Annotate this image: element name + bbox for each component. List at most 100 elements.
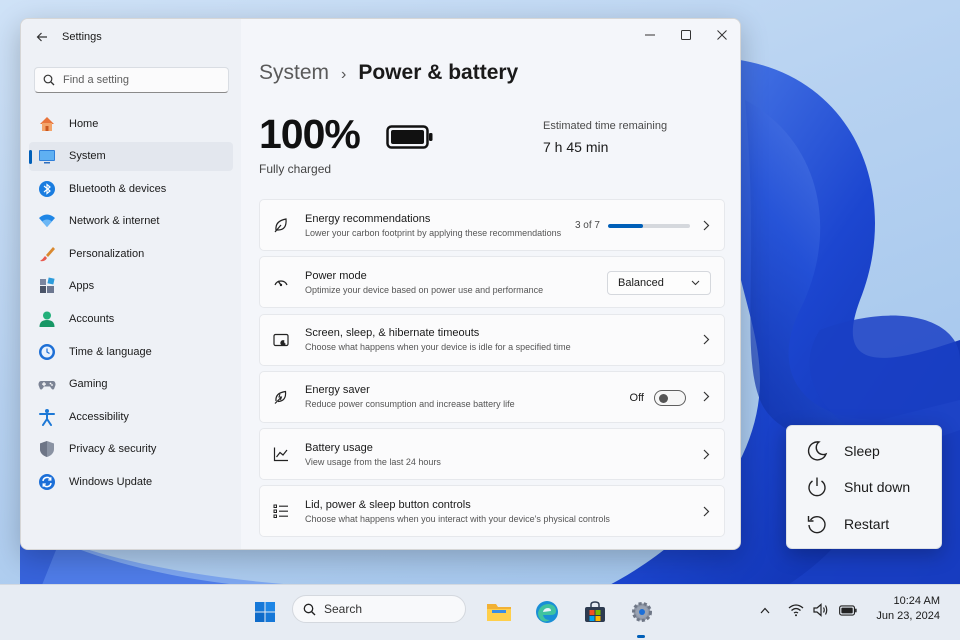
power-mode-selected: Balanced — [618, 277, 664, 290]
person-icon — [38, 310, 56, 328]
chevron-up-icon — [760, 607, 770, 613]
sidebar-item-system[interactable]: System — [29, 141, 233, 171]
wifi-icon — [38, 212, 56, 230]
card-title: Lid, power & sleep button controls — [305, 498, 471, 511]
start-button[interactable] — [250, 597, 280, 627]
taskbar: Search 10:24 AM Jun 23, 2024 — [0, 584, 960, 640]
restart-icon — [805, 512, 829, 536]
card-title: Screen, sleep, & hibernate timeouts — [305, 327, 480, 340]
battery-usage-card[interactable]: Battery usage View usage from the last 2… — [259, 428, 725, 481]
gear-icon — [632, 602, 652, 622]
power-menu-restart[interactable]: Restart — [787, 507, 941, 541]
sidebar-item-bluetooth[interactable]: Bluetooth & devices — [29, 174, 233, 203]
shield-icon — [38, 440, 56, 458]
settings-cards: Energy recommendations Lower your carbon… — [259, 199, 725, 543]
lid-power-sleep-card[interactable]: Lid, power & sleep button controls Choos… — [259, 485, 725, 538]
tray-overflow-button[interactable] — [756, 601, 774, 619]
energy-saver-card[interactable]: Energy saver Reduce power consumption an… — [259, 370, 725, 423]
gamepad-icon — [38, 375, 56, 393]
breadcrumb: System › Power & battery — [259, 61, 518, 85]
file-explorer-button[interactable] — [484, 597, 514, 627]
speedometer-icon — [271, 272, 291, 292]
card-title: Battery usage — [305, 441, 373, 454]
progress-bar — [608, 223, 690, 228]
recommendations-progress: 3 of 7 — [575, 220, 690, 231]
toggle-knob — [659, 393, 668, 403]
battery-status: Fully charged — [259, 162, 332, 176]
edge-icon — [536, 601, 558, 623]
windows-logo-icon — [255, 602, 275, 622]
sidebar-nav: Home System Bluetooth & devices Network … — [29, 109, 233, 500]
sidebar-item-privacy-security[interactable]: Privacy & security — [29, 435, 233, 464]
brush-icon — [38, 245, 56, 263]
speaker-icon — [813, 603, 828, 617]
close-button[interactable] — [704, 19, 740, 51]
sidebar: Settings Home System Bluetooth & devices… — [21, 19, 241, 549]
progress-text: 3 of 7 — [574, 220, 600, 231]
chevron-right-icon — [700, 391, 712, 403]
taskbar-search-label: Search — [324, 602, 363, 616]
title-bar: Settings — [21, 19, 241, 55]
energy-saver-leaf-icon — [271, 387, 291, 407]
minimize-button[interactable] — [632, 19, 668, 51]
card-subtitle: Reduce power consumption and increase ba… — [305, 399, 515, 410]
clock[interactable]: 10:24 AM Jun 23, 2024 — [868, 594, 940, 624]
breadcrumb-parent[interactable]: System — [259, 61, 329, 85]
edge-browser-button[interactable] — [532, 597, 562, 627]
card-subtitle: Optimize your device based on power use … — [305, 284, 544, 295]
app-title: Settings — [62, 31, 102, 43]
back-button[interactable] — [32, 27, 52, 47]
sidebar-item-windows-update[interactable]: Windows Update — [29, 468, 233, 497]
search-input[interactable] — [63, 74, 213, 86]
sidebar-item-apps[interactable]: Apps — [29, 272, 233, 301]
power-icon — [805, 475, 829, 499]
energy-saver-toggle[interactable] — [654, 389, 686, 406]
home-icon — [38, 115, 56, 133]
card-subtitle: View usage from the last 24 hours — [305, 456, 441, 467]
sidebar-item-personalization[interactable]: Personalization — [29, 239, 233, 268]
sidebar-item-accounts[interactable]: Accounts — [29, 305, 233, 334]
sidebar-item-accessibility[interactable]: Accessibility — [29, 402, 233, 431]
card-subtitle: Choose what happens when you interact wi… — [305, 513, 610, 524]
search-field[interactable] — [34, 67, 229, 93]
settings-taskbar-button[interactable] — [627, 597, 657, 627]
power-menu-shut-down[interactable]: Shut down — [787, 470, 941, 504]
maximize-icon — [681, 30, 691, 40]
minimize-icon — [645, 34, 655, 36]
accessibility-icon — [38, 408, 56, 426]
power-menu-sleep[interactable]: Sleep — [787, 434, 941, 468]
sidebar-item-home[interactable]: Home — [29, 109, 233, 138]
list-settings-icon — [271, 501, 291, 521]
sidebar-item-time-language[interactable]: Time & language — [29, 337, 233, 366]
screen-sleep-timeouts-card[interactable]: Screen, sleep, & hibernate timeouts Choo… — [259, 313, 725, 366]
progress-fill — [608, 223, 644, 228]
bluetooth-icon — [38, 180, 56, 198]
sidebar-item-gaming[interactable]: Gaming — [29, 370, 233, 399]
close-icon — [717, 30, 727, 40]
volume-tray-button[interactable] — [812, 601, 830, 619]
leaf-icon — [271, 215, 291, 235]
microsoft-store-button[interactable] — [580, 597, 610, 627]
globe-clock-icon — [38, 343, 56, 361]
energy-saver-toggle-group: Off — [630, 389, 686, 406]
power-mode-dropdown[interactable]: Balanced — [607, 271, 711, 296]
battery-tray-button[interactable] — [839, 601, 857, 619]
wifi-icon — [788, 604, 804, 617]
battery-percentage: 100% — [259, 111, 361, 157]
chevron-right-icon — [700, 334, 712, 346]
system-monitor-icon — [38, 147, 56, 165]
power-menu: Sleep Shut down Restart — [786, 425, 942, 549]
card-title: Power mode — [305, 269, 367, 282]
maximize-button[interactable] — [668, 19, 704, 51]
clock-time: 10:24 AM — [893, 595, 940, 607]
moon-icon — [805, 439, 829, 463]
power-mode-card: Power mode Optimize your device based on… — [259, 256, 725, 309]
sidebar-item-network[interactable]: Network & internet — [29, 207, 233, 236]
search-icon — [303, 603, 316, 615]
page-title: Power & battery — [358, 61, 519, 84]
network-tray-button[interactable] — [787, 601, 805, 619]
taskbar-search[interactable]: Search — [292, 595, 466, 623]
energy-recommendations-card[interactable]: Energy recommendations Lower your carbon… — [259, 199, 725, 251]
chevron-right-icon — [700, 219, 712, 231]
card-title: Energy saver — [305, 384, 370, 397]
